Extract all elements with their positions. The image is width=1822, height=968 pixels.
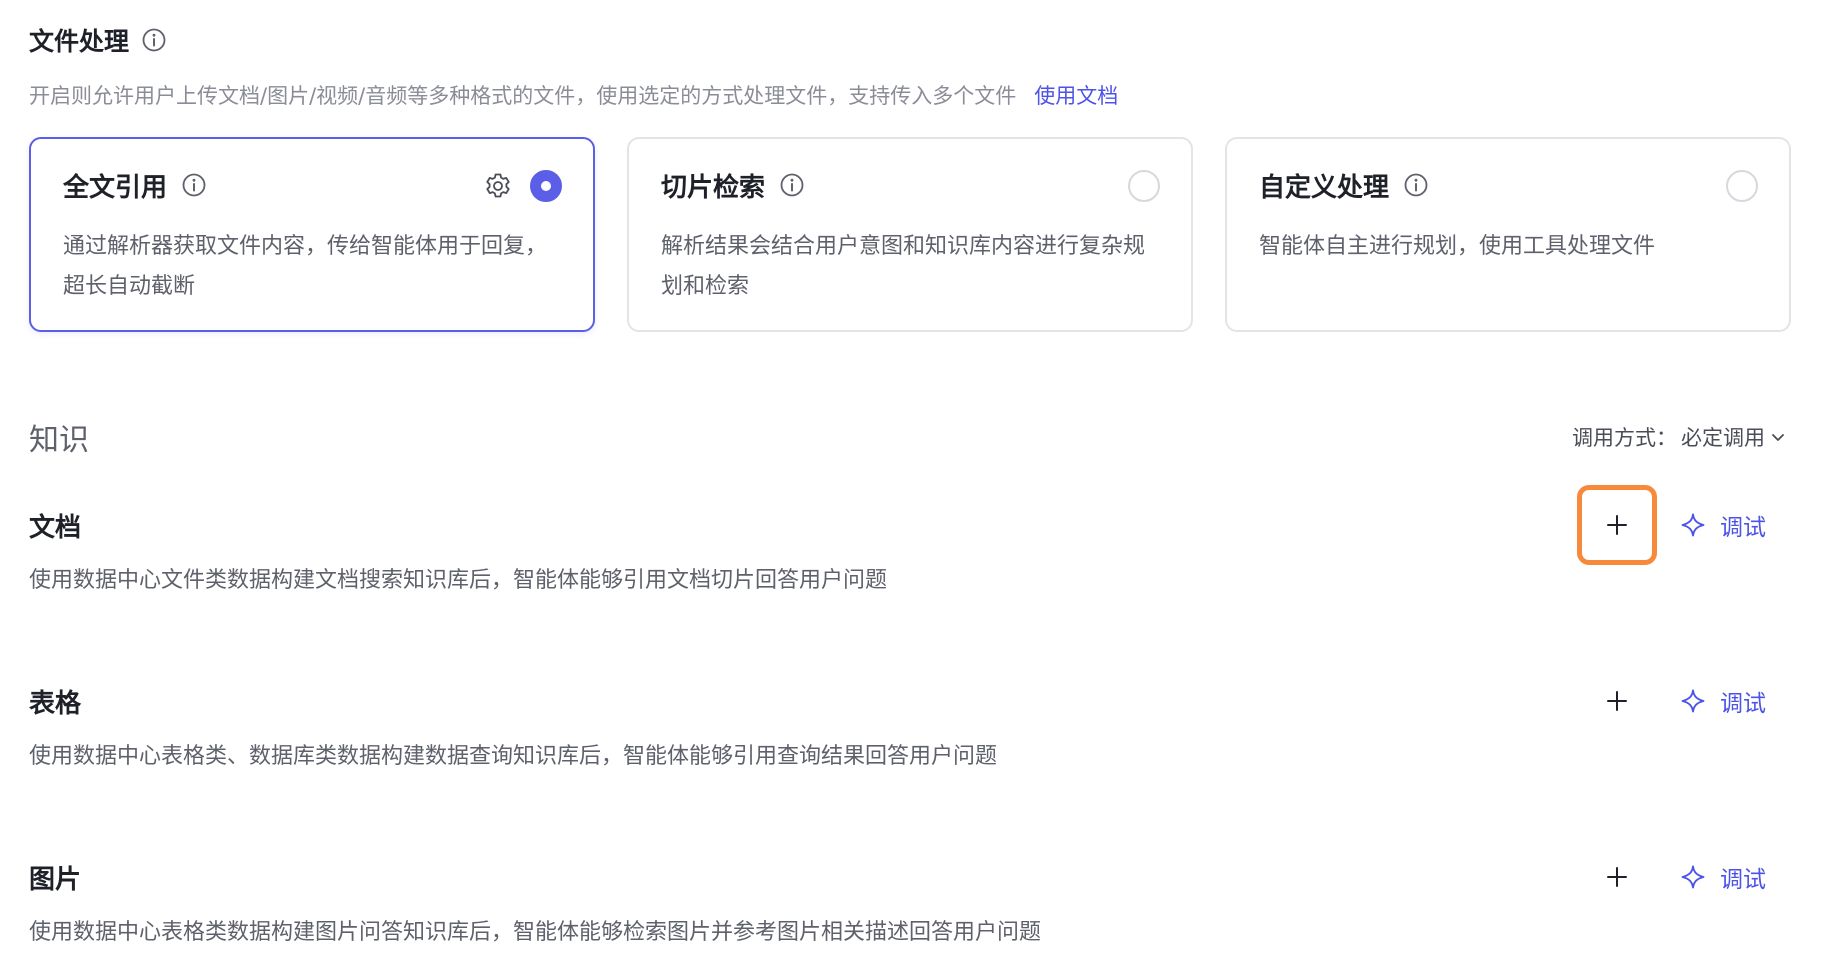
- plus-icon: [1607, 867, 1627, 887]
- option-card-description: 通过解析器获取文件内容，传给智能体用于回复，超长自动截断: [63, 234, 548, 299]
- debug-label: 调试: [1720, 867, 1766, 893]
- debug-image-button[interactable]: 调试: [1680, 859, 1766, 895]
- call-mode-value: 必定调用: [1681, 426, 1765, 450]
- add-table-button[interactable]: [1577, 661, 1657, 741]
- option-card-title: 自定义处理: [1259, 172, 1390, 203]
- info-icon[interactable]: [1403, 172, 1429, 198]
- file-processing-description: 开启则允许用户上传文档/图片/视频/音频等多种格式的文件，使用选定的方式处理文件…: [29, 84, 1017, 108]
- option-card-description: 智能体自主进行规划，使用工具处理文件: [1259, 234, 1656, 259]
- debug-table-button[interactable]: 调试: [1680, 683, 1766, 719]
- info-icon[interactable]: [181, 172, 207, 198]
- sparkle-icon: [1681, 689, 1705, 713]
- agent-config-page: 文件处理 开启则允许用户上传文档/图片/视频/音频等多种格式的文件，使用选定的方…: [0, 0, 1822, 968]
- plus-icon: [1607, 515, 1627, 535]
- gear-icon[interactable]: [484, 172, 512, 200]
- knowledge-item-document: 文档 使用数据中心文件类数据构建文档搜索知识库后，智能体能够引用文档切片回答用户…: [0, 485, 1822, 613]
- option-radio[interactable]: [1128, 170, 1160, 202]
- option-card-custom[interactable]: 自定义处理 智能体自主进行规划，使用工具处理文件: [1225, 137, 1791, 332]
- knowledge-item-table: 表格 使用数据中心表格类、数据库类数据构建数据查询知识库后，智能体能够引用查询结…: [0, 679, 1822, 789]
- knowledge-item-description: 使用数据中心表格类数据构建图片问答知识库后，智能体能够检索图片并参考图片相关描述…: [29, 920, 1042, 945]
- debug-document-button[interactable]: 调试: [1680, 507, 1766, 543]
- option-card-title: 全文引用: [63, 172, 168, 203]
- knowledge-item-name: 表格: [29, 688, 82, 719]
- file-processing-header: 文件处理: [29, 22, 167, 58]
- chevron-down-icon: [1772, 434, 1784, 441]
- knowledge-item-image: 图片 使用数据中心表格类数据构建图片问答知识库后，智能体能够检索图片并参考图片相…: [0, 855, 1822, 965]
- plus-icon: [1607, 691, 1627, 711]
- knowledge-item-description: 使用数据中心表格类、数据库类数据构建数据查询知识库后，智能体能够引用查询结果回答…: [29, 744, 998, 769]
- file-processing-description-row: 开启则允许用户上传文档/图片/视频/音频等多种格式的文件，使用选定的方式处理文件…: [29, 78, 1118, 112]
- option-card-controls: [484, 169, 562, 203]
- knowledge-item-name: 图片: [29, 864, 82, 895]
- option-card-header: 自定义处理: [1259, 167, 1429, 203]
- option-card-controls: [1726, 169, 1758, 203]
- sparkle-icon: [1681, 865, 1705, 889]
- sparkle-icon: [1681, 513, 1705, 537]
- add-document-button[interactable]: [1577, 485, 1657, 565]
- option-card-controls: [1128, 169, 1160, 203]
- doc-link[interactable]: 使用文档: [1034, 80, 1118, 110]
- add-image-button[interactable]: [1577, 837, 1657, 917]
- option-radio[interactable]: [1726, 170, 1758, 202]
- option-card-title: 切片检索: [661, 172, 766, 203]
- info-icon[interactable]: [141, 27, 167, 53]
- info-icon[interactable]: [779, 172, 805, 198]
- option-card-chunk-search[interactable]: 切片检索 解析结果会结合用户意图和知识库内容进行复杂规划和检索: [627, 137, 1193, 332]
- option-card-full-text[interactable]: 全文引用 通过解析器获取文件内容，传给智能体用于回复，超长自动截断: [29, 137, 595, 332]
- call-mode-label: 调用方式：: [1572, 426, 1677, 450]
- option-radio-selected[interactable]: [530, 170, 562, 202]
- debug-label: 调试: [1720, 515, 1766, 541]
- knowledge-item-description: 使用数据中心文件类数据构建文档搜索知识库后，智能体能够引用文档切片回答用户问题: [29, 568, 888, 593]
- knowledge-item-name: 文档: [29, 512, 82, 543]
- option-card-header: 切片检索: [661, 167, 805, 203]
- call-mode-dropdown[interactable]: 调用方式： 必定调用: [1572, 420, 1787, 454]
- knowledge-title: 知识: [29, 423, 89, 458]
- option-card-header: 全文引用: [63, 167, 207, 203]
- file-processing-title: 文件处理: [29, 27, 130, 56]
- debug-label: 调试: [1720, 691, 1766, 717]
- option-card-description: 解析结果会结合用户意图和知识库内容进行复杂规划和检索: [661, 234, 1146, 299]
